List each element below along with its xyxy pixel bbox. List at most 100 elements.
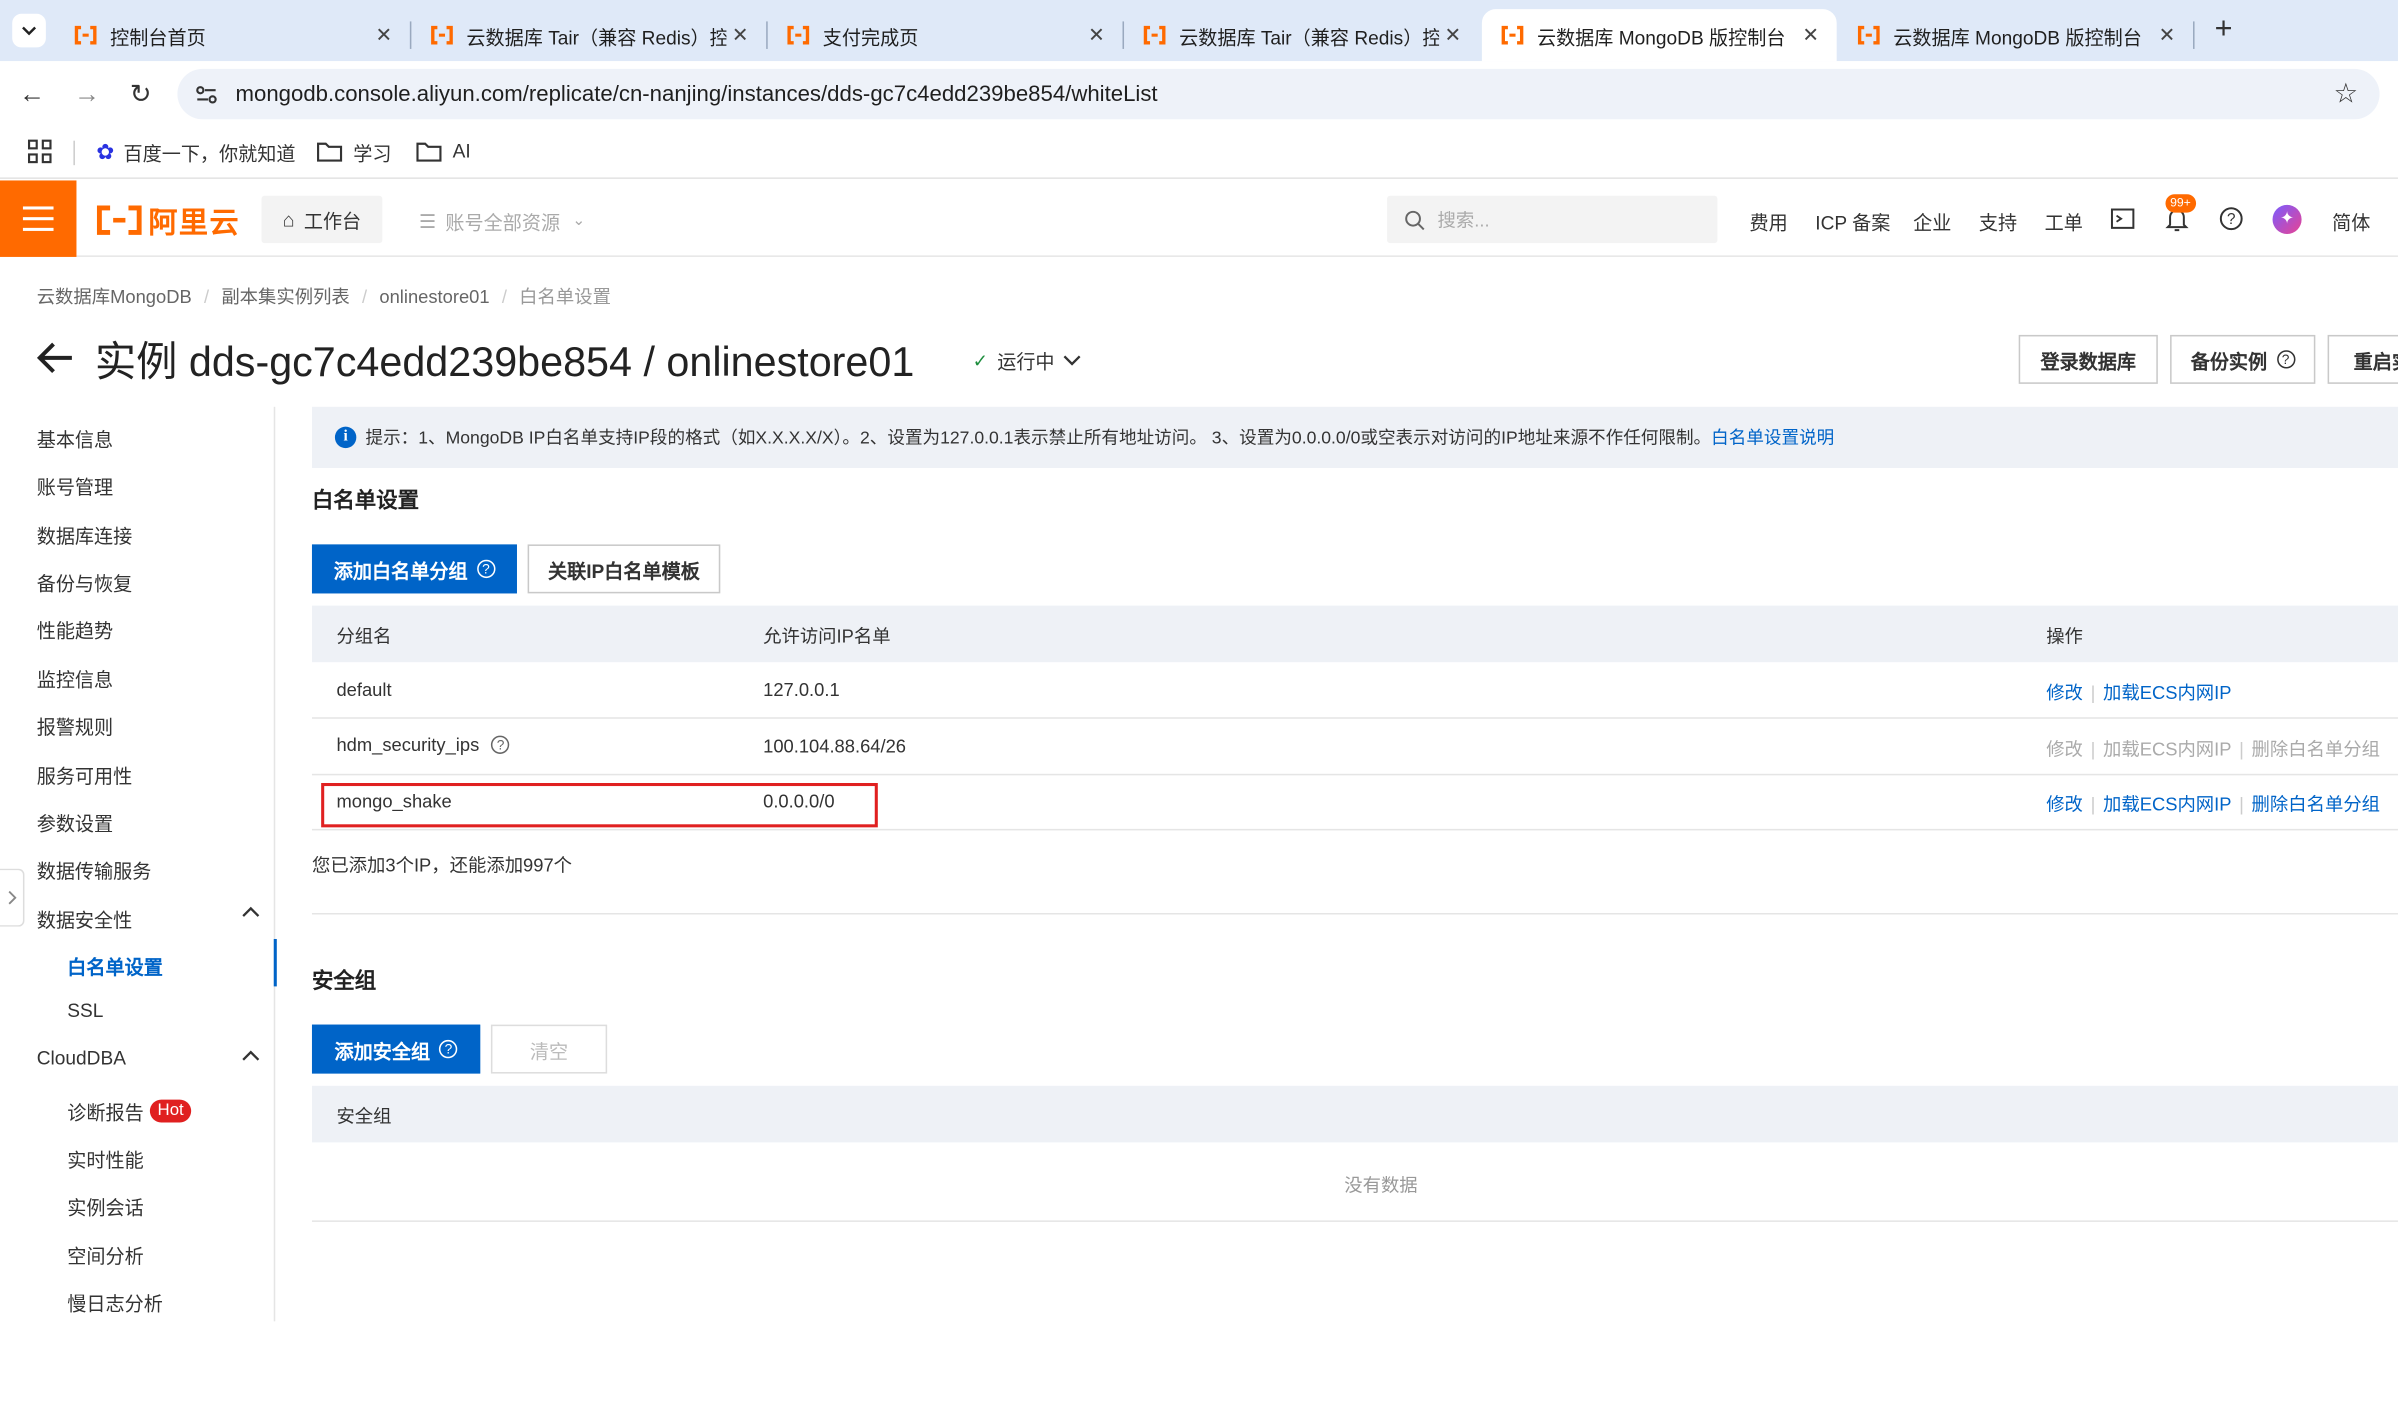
sidebar-item-accounts[interactable]: 账号管理 (37, 471, 113, 500)
sidebar-item-basic-info[interactable]: 基本信息 (37, 424, 113, 453)
aliyun-favicon-icon (1857, 25, 1880, 45)
sidebar-item-availability[interactable]: 服务可用性 (37, 760, 133, 789)
edit-link[interactable]: 修改 (2046, 791, 2083, 817)
load-ecs-ip-link[interactable]: 加载ECS内网IP (2103, 791, 2231, 817)
workbench-button[interactable]: ⌂ 工作台 (261, 195, 383, 244)
sidebar-group-clouddba[interactable]: CloudDBA (37, 1048, 126, 1069)
sidebar-item-dts[interactable]: 数据传输服务 (37, 855, 152, 884)
tip-link[interactable]: 白名单设置说明 (1711, 425, 1834, 449)
search-icon (1405, 210, 1425, 230)
tab-close-icon[interactable]: ✕ (2153, 23, 2181, 47)
header-link-icp[interactable]: ICP 备案 (1815, 206, 1890, 235)
load-ecs-ip-link-disabled: 加载ECS内网IP (2103, 738, 2232, 761)
delete-group-link[interactable]: 删除白名单分组 (2252, 791, 2380, 817)
site-settings-icon[interactable] (193, 80, 221, 108)
bookmark-folder-study[interactable]: 学习 (317, 138, 392, 166)
terminal-icon[interactable] (2110, 208, 2135, 229)
browser-tab[interactable]: 云数据库 Tair（兼容 Redis）控 ✕ (411, 9, 766, 61)
sidebar-group-data-security[interactable]: 数据安全性 (37, 904, 133, 933)
sidebar-item-space-analysis[interactable]: 空间分析 (67, 1240, 143, 1269)
tab-close-icon[interactable]: ✕ (1439, 23, 1467, 47)
browser-tab[interactable]: 控制台首页 ✕ (55, 9, 410, 61)
clear-button: 清空 (490, 1024, 608, 1074)
folder-icon (416, 142, 442, 162)
help-circle-icon[interactable]: ? (2219, 206, 2243, 231)
tab-close-icon[interactable]: ✕ (1083, 23, 1111, 47)
sidebar-item-db-connection[interactable]: 数据库连接 (37, 520, 133, 549)
folder-icon (317, 142, 343, 162)
chevron-up-icon[interactable] (242, 905, 260, 917)
header-link-billing[interactable]: 费用 (1750, 206, 1788, 235)
sidebar-item-ssl[interactable]: SSL (67, 1000, 103, 1021)
help-icon: ? (439, 1039, 458, 1059)
sidebar-item-realtime-performance[interactable]: 实时性能 (67, 1144, 143, 1173)
bookmark-folder-ai[interactable]: AI (416, 138, 471, 166)
empty-state-text: 没有数据 (1344, 1174, 1418, 1196)
tab-close-icon[interactable]: ✕ (370, 23, 398, 47)
bookmarks-bar: ✿ 百度一下，你就知道 学习 AI (0, 128, 2398, 179)
back-arrow-icon[interactable] (35, 340, 75, 377)
sidebar-item-slow-log[interactable]: 慢日志分析 (67, 1288, 163, 1317)
add-whitelist-group-button[interactable]: 添加白名单分组? (311, 544, 517, 594)
sidebar-item-parameters[interactable]: 参数设置 (37, 807, 113, 836)
sidebar-item-instance-sessions[interactable]: 实例会话 (67, 1191, 143, 1220)
tab-close-icon[interactable]: ✕ (1797, 23, 1825, 47)
global-search-input[interactable]: 搜索... (1387, 195, 1718, 244)
back-arrow-icon[interactable]: ← (14, 76, 51, 113)
help-icon[interactable]: ? (491, 735, 510, 754)
restart-instance-button[interactable]: 重启实 (2327, 334, 2398, 384)
header-link-enterprise[interactable]: 企业 (1913, 206, 1951, 235)
hot-badge: Hot (149, 1099, 192, 1123)
browser-tab[interactable]: 支付完成页 ✕ (768, 9, 1123, 61)
ip-count-summary: 您已添加3个IP，还能添加997个 (311, 854, 573, 877)
menu-hamburger-icon[interactable] (0, 180, 77, 257)
header-link-support[interactable]: 支持 (1979, 206, 2017, 235)
resource-selector[interactable]: ☰ 账号全部资源 ⌄ (419, 206, 585, 235)
row-actions: 修改 | 加载ECS内网IP (2046, 679, 2231, 705)
link-ip-template-button[interactable]: 关联IP白名单模板 (527, 544, 721, 594)
bookmark-baidu[interactable]: ✿ 百度一下，你就知道 (96, 138, 295, 166)
delete-group-link-disabled: 删除白名单分组 (2251, 738, 2381, 761)
sidebar-item-performance[interactable]: 性能趋势 (37, 615, 113, 644)
header-link-ticket[interactable]: 工单 (2045, 206, 2083, 235)
load-ecs-ip-link[interactable]: 加载ECS内网IP (2103, 679, 2231, 705)
breadcrumb-item[interactable]: 云数据库MongoDB (37, 283, 192, 309)
sidebar-item-alarm-rules[interactable]: 报警规则 (37, 711, 113, 740)
sidebar-collapse-handle[interactable] (0, 868, 25, 927)
login-database-button[interactable]: 登录数据库 (2018, 334, 2158, 384)
sidebar-item-monitoring[interactable]: 监控信息 (37, 664, 113, 693)
address-bar[interactable]: mongodb.console.aliyun.com/replicate/cn-… (177, 68, 2380, 120)
user-avatar[interactable]: ✦ (2272, 204, 2302, 234)
baidu-paw-icon: ✿ (96, 138, 115, 163)
instance-status[interactable]: ✓ 运行中 (973, 346, 1081, 375)
language-switch[interactable]: 简体 (2332, 206, 2370, 235)
sidebar-item-whitelist[interactable]: 白名单设置 (67, 951, 163, 980)
sidebar-item-backup-restore[interactable]: 备份与恢复 (37, 567, 133, 596)
add-security-group-button[interactable]: 添加安全组? (311, 1024, 481, 1074)
forward-arrow-icon[interactable]: → (69, 76, 106, 113)
browser-tab-active[interactable]: 云数据库 MongoDB 版控制台 ✕ (1481, 9, 1837, 62)
new-tab-button[interactable]: + (2205, 12, 2242, 49)
aliyun-favicon-icon (787, 25, 810, 45)
sidebar-item-diagnostic-report[interactable]: 诊断报告 Hot (67, 1097, 192, 1126)
resource-list-icon: ☰ (419, 211, 437, 233)
breadcrumb-item[interactable]: onlinestore01 (379, 285, 489, 306)
tab-search-chevron-icon[interactable] (12, 13, 46, 48)
chevron-right-icon (7, 890, 16, 905)
help-icon: ? (2276, 350, 2295, 369)
browser-tab[interactable]: 云数据库 Tair（兼容 Redis）控 ✕ (1124, 9, 1479, 61)
aliyun-logo[interactable]: 阿里云 (96, 202, 240, 239)
section-title-whitelist: 白名单设置 (311, 487, 420, 513)
edit-link[interactable]: 修改 (2046, 679, 2083, 705)
tab-close-icon[interactable]: ✕ (726, 23, 754, 47)
tab-title: 云数据库 MongoDB 版控制台 (1893, 26, 2142, 49)
tab-title: 控制台首页 (110, 26, 206, 49)
browser-tab-strip: 控制台首页 ✕ 云数据库 Tair（兼容 Redis）控 ✕ 支付完成页 ✕ 云… (0, 0, 2398, 62)
chevron-up-icon[interactable] (242, 1049, 260, 1061)
apps-grid-icon[interactable] (27, 139, 52, 164)
breadcrumb-item[interactable]: 副本集实例列表 (221, 283, 349, 309)
backup-instance-button[interactable]: 备份实例? (2170, 334, 2316, 384)
bookmark-star-icon[interactable]: ☆ (2333, 78, 2358, 110)
reload-icon[interactable]: ↻ (122, 76, 159, 113)
browser-tab[interactable]: 云数据库 MongoDB 版控制台 ✕ (1838, 9, 2193, 61)
